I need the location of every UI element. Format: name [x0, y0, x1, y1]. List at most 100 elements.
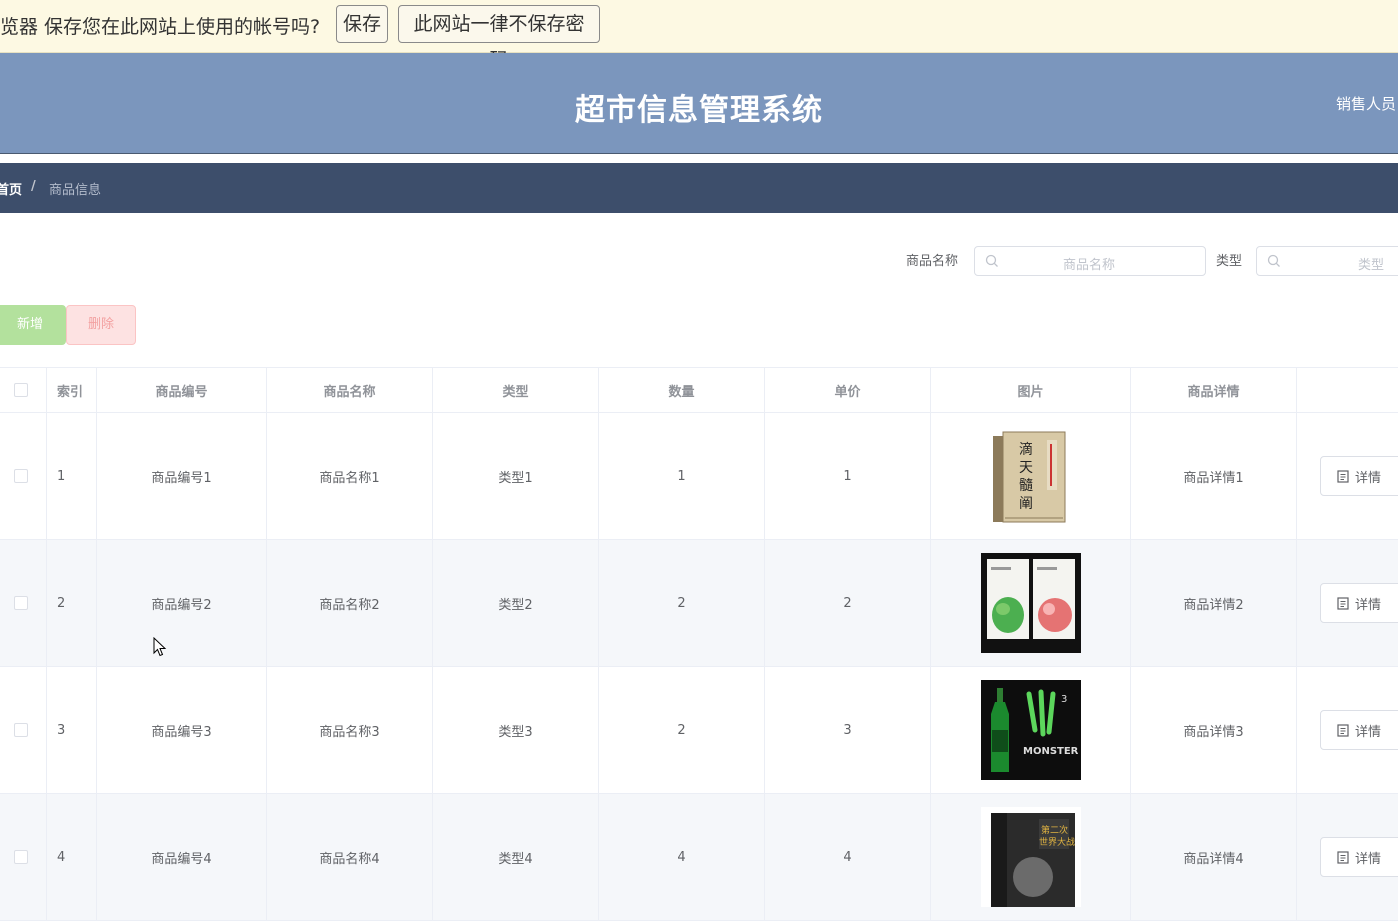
product-code: 商品编号2 [97, 540, 267, 666]
type-label: 类型 [1216, 254, 1243, 269]
column-header: 索引 [47, 368, 97, 412]
column-header: 商品名称 [267, 368, 433, 412]
product-name: 商品名称3 [267, 667, 433, 793]
row-checkbox[interactable] [14, 723, 28, 737]
row-index: 2 [47, 540, 97, 666]
product-image-cell: MONSTER 3 [931, 667, 1131, 793]
product-name-placeholder: 商品名称 [1063, 258, 1116, 273]
breadcrumb-home[interactable]: 首页 [0, 179, 22, 198]
row-select-cell [0, 413, 47, 539]
product-detail: 商品详情3 [1131, 667, 1297, 793]
svg-text:阐: 阐 [1019, 496, 1033, 512]
product-image-book-cover[interactable]: 滴 天 髓 阐 [980, 426, 1081, 526]
table-row: 2 商品编号2 商品名称2 类型2 2 2 商品详情2 详情 [0, 540, 1398, 667]
document-icon [1337, 850, 1349, 864]
product-image-cell: 第二次 世界大战 [931, 794, 1131, 920]
row-index: 3 [47, 667, 97, 793]
breadcrumb-separator: / [31, 179, 36, 194]
detail-button[interactable]: 详情 [1320, 456, 1398, 496]
row-actions: 详情 [1297, 540, 1398, 666]
product-name: 商品名称4 [267, 794, 433, 920]
product-detail: 商品详情2 [1131, 540, 1297, 666]
column-header: 商品详情 [1131, 368, 1297, 412]
select-all-cell [0, 368, 47, 412]
breadcrumb: 首页 / 商品信息 [0, 163, 1398, 213]
search-icon [985, 254, 998, 267]
password-save-message: 览器 保存您在此网站上使用的帐号吗? [0, 16, 321, 38]
product-quantity: 2 [599, 667, 765, 793]
table-row: 4 商品编号4 商品名称4 类型4 4 4 第二次 世界大战 商品详情4 详情 [0, 794, 1398, 921]
detail-button-label: 详情 [1355, 470, 1382, 486]
delete-button[interactable]: 删除 [66, 305, 136, 345]
add-button[interactable]: 新增 [0, 305, 66, 345]
row-checkbox[interactable] [14, 596, 28, 610]
row-actions: 详情 [1297, 667, 1398, 793]
user-role[interactable]: 销售人员 [1336, 93, 1398, 114]
search-icon [1267, 254, 1280, 267]
product-image-cell [931, 540, 1131, 666]
product-code: 商品编号3 [97, 667, 267, 793]
column-header: 数量 [599, 368, 765, 412]
product-type: 类型1 [433, 413, 599, 539]
detail-button[interactable]: 详情 [1320, 710, 1398, 750]
column-header: 单价 [765, 368, 931, 412]
product-image-cell: 滴 天 髓 阐 [931, 413, 1131, 539]
row-checkbox[interactable] [14, 469, 28, 483]
row-index: 1 [47, 413, 97, 539]
product-name: 商品名称1 [267, 413, 433, 539]
app-header: 超市信息管理系统 销售人员 [0, 53, 1398, 154]
document-icon [1337, 469, 1349, 483]
product-price: 1 [765, 413, 931, 539]
column-header-actions [1297, 368, 1398, 412]
product-detail: 商品详情4 [1131, 794, 1297, 920]
never-save-password-button[interactable]: 此网站一律不保存密码 [398, 5, 600, 71]
product-image-face-mask-packs[interactable] [980, 553, 1081, 653]
row-select-cell [0, 667, 47, 793]
document-icon [1337, 596, 1349, 610]
row-select-cell [0, 794, 47, 920]
column-header: 商品编号 [97, 368, 267, 412]
detail-button-label: 详情 [1355, 851, 1382, 867]
product-code: 商品编号4 [97, 794, 267, 920]
product-code: 商品编号1 [97, 413, 267, 539]
product-type: 类型2 [433, 540, 599, 666]
product-detail: 商品详情1 [1131, 413, 1297, 539]
row-checkbox[interactable] [14, 850, 28, 864]
table-header-row: 索引 商品编号 商品名称 类型 数量 单价 图片 商品详情 [0, 368, 1398, 413]
table-row: 3 商品编号3 商品名称3 类型3 2 3 MONSTER 3 商品详情3 详情 [0, 667, 1398, 794]
svg-text:世界大战: 世界大战 [1039, 836, 1075, 848]
row-index: 4 [47, 794, 97, 920]
product-image-boxed-book-set[interactable]: 第二次 世界大战 [980, 807, 1081, 907]
svg-text:第二次: 第二次 [1041, 824, 1068, 836]
row-actions: 详情 [1297, 413, 1398, 539]
product-price: 3 [765, 667, 931, 793]
product-name: 商品名称2 [267, 540, 433, 666]
product-name-search-input[interactable]: 商品名称 [974, 246, 1206, 276]
password-save-bar: 览器 保存您在此网站上使用的帐号吗? 保存 此网站一律不保存密码 [0, 0, 1398, 71]
select-all-checkbox[interactable] [14, 383, 28, 397]
document-icon [1337, 723, 1349, 737]
svg-text:MONSTER: MONSTER [1023, 746, 1079, 757]
app-title: 超市信息管理系统 [575, 93, 823, 128]
detail-button-label: 详情 [1355, 724, 1382, 740]
svg-text:3: 3 [1061, 694, 1067, 705]
product-table: 索引 商品编号 商品名称 类型 数量 单价 图片 商品详情 1 商品编号1 商品… [0, 367, 1398, 921]
svg-text:髓: 髓 [1019, 478, 1033, 494]
detail-button[interactable]: 详情 [1320, 837, 1398, 877]
product-name-label: 商品名称 [906, 254, 959, 269]
save-password-button[interactable]: 保存 [336, 5, 388, 43]
product-image-energy-drink-bottle[interactable]: MONSTER 3 [980, 680, 1081, 780]
product-price: 4 [765, 794, 931, 920]
detail-button[interactable]: 详情 [1320, 583, 1398, 623]
type-search-input[interactable]: 类型 [1256, 246, 1398, 276]
product-price: 2 [765, 540, 931, 666]
product-quantity: 4 [599, 794, 765, 920]
row-select-cell [0, 540, 47, 666]
mouse-cursor-icon [153, 637, 167, 657]
row-actions: 详情 [1297, 794, 1398, 920]
svg-text:天: 天 [1019, 460, 1033, 476]
product-quantity: 1 [599, 413, 765, 539]
breadcrumb-current: 商品信息 [49, 183, 102, 198]
product-type: 类型3 [433, 667, 599, 793]
product-type: 类型4 [433, 794, 599, 920]
